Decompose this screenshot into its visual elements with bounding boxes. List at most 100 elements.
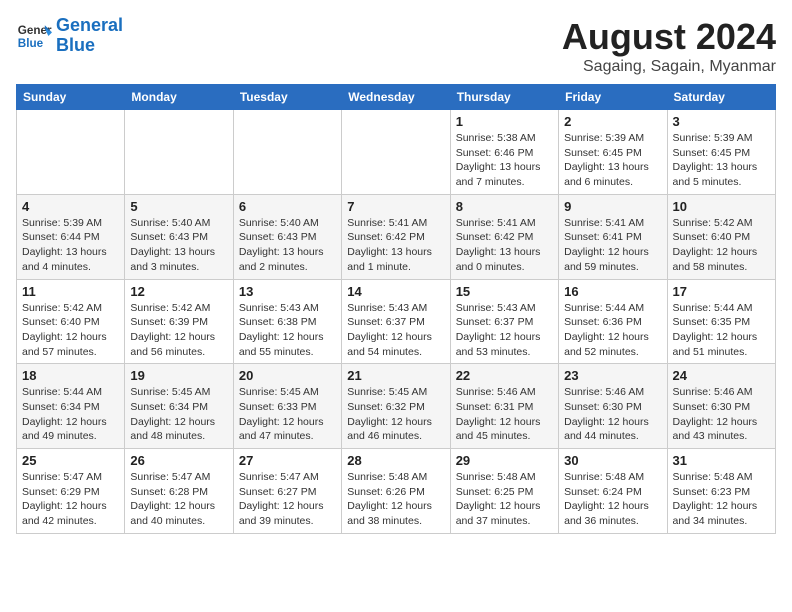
day-number: 18 xyxy=(22,368,119,383)
day-number: 19 xyxy=(130,368,227,383)
day-info: Sunrise: 5:44 AM Sunset: 6:35 PM Dayligh… xyxy=(673,301,770,360)
header: General Blue General Blue August 2024 Sa… xyxy=(16,16,776,76)
day-info: Sunrise: 5:41 AM Sunset: 6:42 PM Dayligh… xyxy=(347,216,444,275)
day-info: Sunrise: 5:43 AM Sunset: 6:37 PM Dayligh… xyxy=(347,301,444,360)
day-info: Sunrise: 5:45 AM Sunset: 6:32 PM Dayligh… xyxy=(347,385,444,444)
weekday-header-monday: Monday xyxy=(125,85,233,110)
day-info: Sunrise: 5:47 AM Sunset: 6:29 PM Dayligh… xyxy=(22,470,119,529)
weekday-header-thursday: Thursday xyxy=(450,85,558,110)
logo-icon: General Blue xyxy=(16,18,52,54)
calendar-cell: 21 Sunrise: 5:45 AM Sunset: 6:32 PM Dayli… xyxy=(342,364,450,449)
calendar-cell: 23 Sunrise: 5:46 AM Sunset: 6:30 PM Dayli… xyxy=(559,364,667,449)
day-number: 20 xyxy=(239,368,336,383)
calendar-cell xyxy=(233,110,341,195)
day-info: Sunrise: 5:45 AM Sunset: 6:33 PM Dayligh… xyxy=(239,385,336,444)
calendar-cell: 16Sunrise: 5:44 AM Sunset: 6:36 PM Dayli… xyxy=(559,279,667,364)
calendar-cell xyxy=(342,110,450,195)
day-info: Sunrise: 5:40 AM Sunset: 6:43 PM Dayligh… xyxy=(130,216,227,275)
weekday-header-row: SundayMondayTuesdayWednesdayThursdayFrid… xyxy=(17,85,776,110)
day-info: Sunrise: 5:48 AM Sunset: 6:25 PM Dayligh… xyxy=(456,470,553,529)
day-number: 25 xyxy=(22,453,119,468)
day-number: 22 xyxy=(456,368,553,383)
day-info: Sunrise: 5:47 AM Sunset: 6:27 PM Dayligh… xyxy=(239,470,336,529)
calendar-cell: 5 Sunrise: 5:40 AM Sunset: 6:43 PM Daylig… xyxy=(125,194,233,279)
day-number: 4 xyxy=(22,199,119,214)
day-info: Sunrise: 5:48 AM Sunset: 6:26 PM Dayligh… xyxy=(347,470,444,529)
calendar-cell: 12Sunrise: 5:42 AM Sunset: 6:39 PM Dayli… xyxy=(125,279,233,364)
day-number: 9 xyxy=(564,199,661,214)
day-number: 31 xyxy=(673,453,770,468)
day-number: 6 xyxy=(239,199,336,214)
day-info: Sunrise: 5:40 AM Sunset: 6:43 PM Dayligh… xyxy=(239,216,336,275)
day-info: Sunrise: 5:46 AM Sunset: 6:30 PM Dayligh… xyxy=(564,385,661,444)
day-info: Sunrise: 5:39 AM Sunset: 6:45 PM Dayligh… xyxy=(564,131,661,190)
logo-line1: General xyxy=(56,15,123,35)
calendar-cell: 27 Sunrise: 5:47 AM Sunset: 6:27 PM Dayli… xyxy=(233,449,341,534)
weekday-header-sunday: Sunday xyxy=(17,85,125,110)
calendar-cell: 25 Sunrise: 5:47 AM Sunset: 6:29 PM Dayli… xyxy=(17,449,125,534)
calendar-cell: 17 Sunrise: 5:44 AM Sunset: 6:35 PM Dayli… xyxy=(667,279,775,364)
calendar-cell: 19Sunrise: 5:45 AM Sunset: 6:34 PM Dayli… xyxy=(125,364,233,449)
day-info: Sunrise: 5:46 AM Sunset: 6:31 PM Dayligh… xyxy=(456,385,553,444)
title-block: August 2024 Sagaing, Sagain, Myanmar xyxy=(562,16,776,76)
day-number: 7 xyxy=(347,199,444,214)
calendar-cell: 6 Sunrise: 5:40 AM Sunset: 6:43 PM Daylig… xyxy=(233,194,341,279)
calendar-cell: 10 Sunrise: 5:42 AM Sunset: 6:40 PM Dayli… xyxy=(667,194,775,279)
calendar-cell: 9Sunrise: 5:41 AM Sunset: 6:41 PM Daylig… xyxy=(559,194,667,279)
calendar-week-1: 1Sunrise: 5:38 AM Sunset: 6:46 PM Daylig… xyxy=(17,110,776,195)
calendar-week-4: 18 Sunrise: 5:44 AM Sunset: 6:34 PM Dayli… xyxy=(17,364,776,449)
calendar-week-2: 4 Sunrise: 5:39 AM Sunset: 6:44 PM Daylig… xyxy=(17,194,776,279)
calendar-cell: 4 Sunrise: 5:39 AM Sunset: 6:44 PM Daylig… xyxy=(17,194,125,279)
day-info: Sunrise: 5:39 AM Sunset: 6:44 PM Dayligh… xyxy=(22,216,119,275)
day-info: Sunrise: 5:42 AM Sunset: 6:39 PM Dayligh… xyxy=(130,301,227,360)
day-number: 8 xyxy=(456,199,553,214)
weekday-header-wednesday: Wednesday xyxy=(342,85,450,110)
calendar-cell: 1Sunrise: 5:38 AM Sunset: 6:46 PM Daylig… xyxy=(450,110,558,195)
day-number: 26 xyxy=(130,453,227,468)
day-info: Sunrise: 5:46 AM Sunset: 6:30 PM Dayligh… xyxy=(673,385,770,444)
weekday-header-saturday: Saturday xyxy=(667,85,775,110)
calendar-cell: 14 Sunrise: 5:43 AM Sunset: 6:37 PM Dayli… xyxy=(342,279,450,364)
day-number: 5 xyxy=(130,199,227,214)
day-info: Sunrise: 5:38 AM Sunset: 6:46 PM Dayligh… xyxy=(456,131,553,190)
logo-line2: Blue xyxy=(56,35,95,55)
day-info: Sunrise: 5:44 AM Sunset: 6:34 PM Dayligh… xyxy=(22,385,119,444)
day-number: 23 xyxy=(564,368,661,383)
day-number: 28 xyxy=(347,453,444,468)
svg-text:Blue: Blue xyxy=(18,37,44,50)
calendar-cell: 20 Sunrise: 5:45 AM Sunset: 6:33 PM Dayli… xyxy=(233,364,341,449)
day-number: 11 xyxy=(22,284,119,299)
day-info: Sunrise: 5:43 AM Sunset: 6:38 PM Dayligh… xyxy=(239,301,336,360)
calendar-cell: 11 Sunrise: 5:42 AM Sunset: 6:40 PM Dayli… xyxy=(17,279,125,364)
calendar-cell: 29 Sunrise: 5:48 AM Sunset: 6:25 PM Dayli… xyxy=(450,449,558,534)
day-number: 21 xyxy=(347,368,444,383)
day-number: 29 xyxy=(456,453,553,468)
day-number: 17 xyxy=(673,284,770,299)
day-number: 15 xyxy=(456,284,553,299)
calendar-cell: 15Sunrise: 5:43 AM Sunset: 6:37 PM Dayli… xyxy=(450,279,558,364)
day-info: Sunrise: 5:42 AM Sunset: 6:40 PM Dayligh… xyxy=(673,216,770,275)
day-number: 30 xyxy=(564,453,661,468)
calendar-cell: 28 Sunrise: 5:48 AM Sunset: 6:26 PM Dayli… xyxy=(342,449,450,534)
calendar-cell: 24 Sunrise: 5:46 AM Sunset: 6:30 PM Dayli… xyxy=(667,364,775,449)
day-number: 13 xyxy=(239,284,336,299)
day-number: 10 xyxy=(673,199,770,214)
day-info: Sunrise: 5:39 AM Sunset: 6:45 PM Dayligh… xyxy=(673,131,770,190)
subtitle: Sagaing, Sagain, Myanmar xyxy=(562,58,776,76)
day-number: 14 xyxy=(347,284,444,299)
calendar-cell: 8 Sunrise: 5:41 AM Sunset: 6:42 PM Daylig… xyxy=(450,194,558,279)
calendar-cell: 22 Sunrise: 5:46 AM Sunset: 6:31 PM Dayli… xyxy=(450,364,558,449)
calendar-cell: 13 Sunrise: 5:43 AM Sunset: 6:38 PM Dayli… xyxy=(233,279,341,364)
weekday-header-friday: Friday xyxy=(559,85,667,110)
day-number: 27 xyxy=(239,453,336,468)
day-info: Sunrise: 5:48 AM Sunset: 6:24 PM Dayligh… xyxy=(564,470,661,529)
main-title: August 2024 xyxy=(562,16,776,58)
logo: General Blue General Blue xyxy=(16,16,123,56)
day-number: 24 xyxy=(673,368,770,383)
calendar-cell: 2Sunrise: 5:39 AM Sunset: 6:45 PM Daylig… xyxy=(559,110,667,195)
day-info: Sunrise: 5:41 AM Sunset: 6:42 PM Dayligh… xyxy=(456,216,553,275)
calendar-cell xyxy=(17,110,125,195)
calendar-cell: 31Sunrise: 5:48 AM Sunset: 6:23 PM Dayli… xyxy=(667,449,775,534)
calendar-cell: 3Sunrise: 5:39 AM Sunset: 6:45 PM Daylig… xyxy=(667,110,775,195)
day-info: Sunrise: 5:42 AM Sunset: 6:40 PM Dayligh… xyxy=(22,301,119,360)
